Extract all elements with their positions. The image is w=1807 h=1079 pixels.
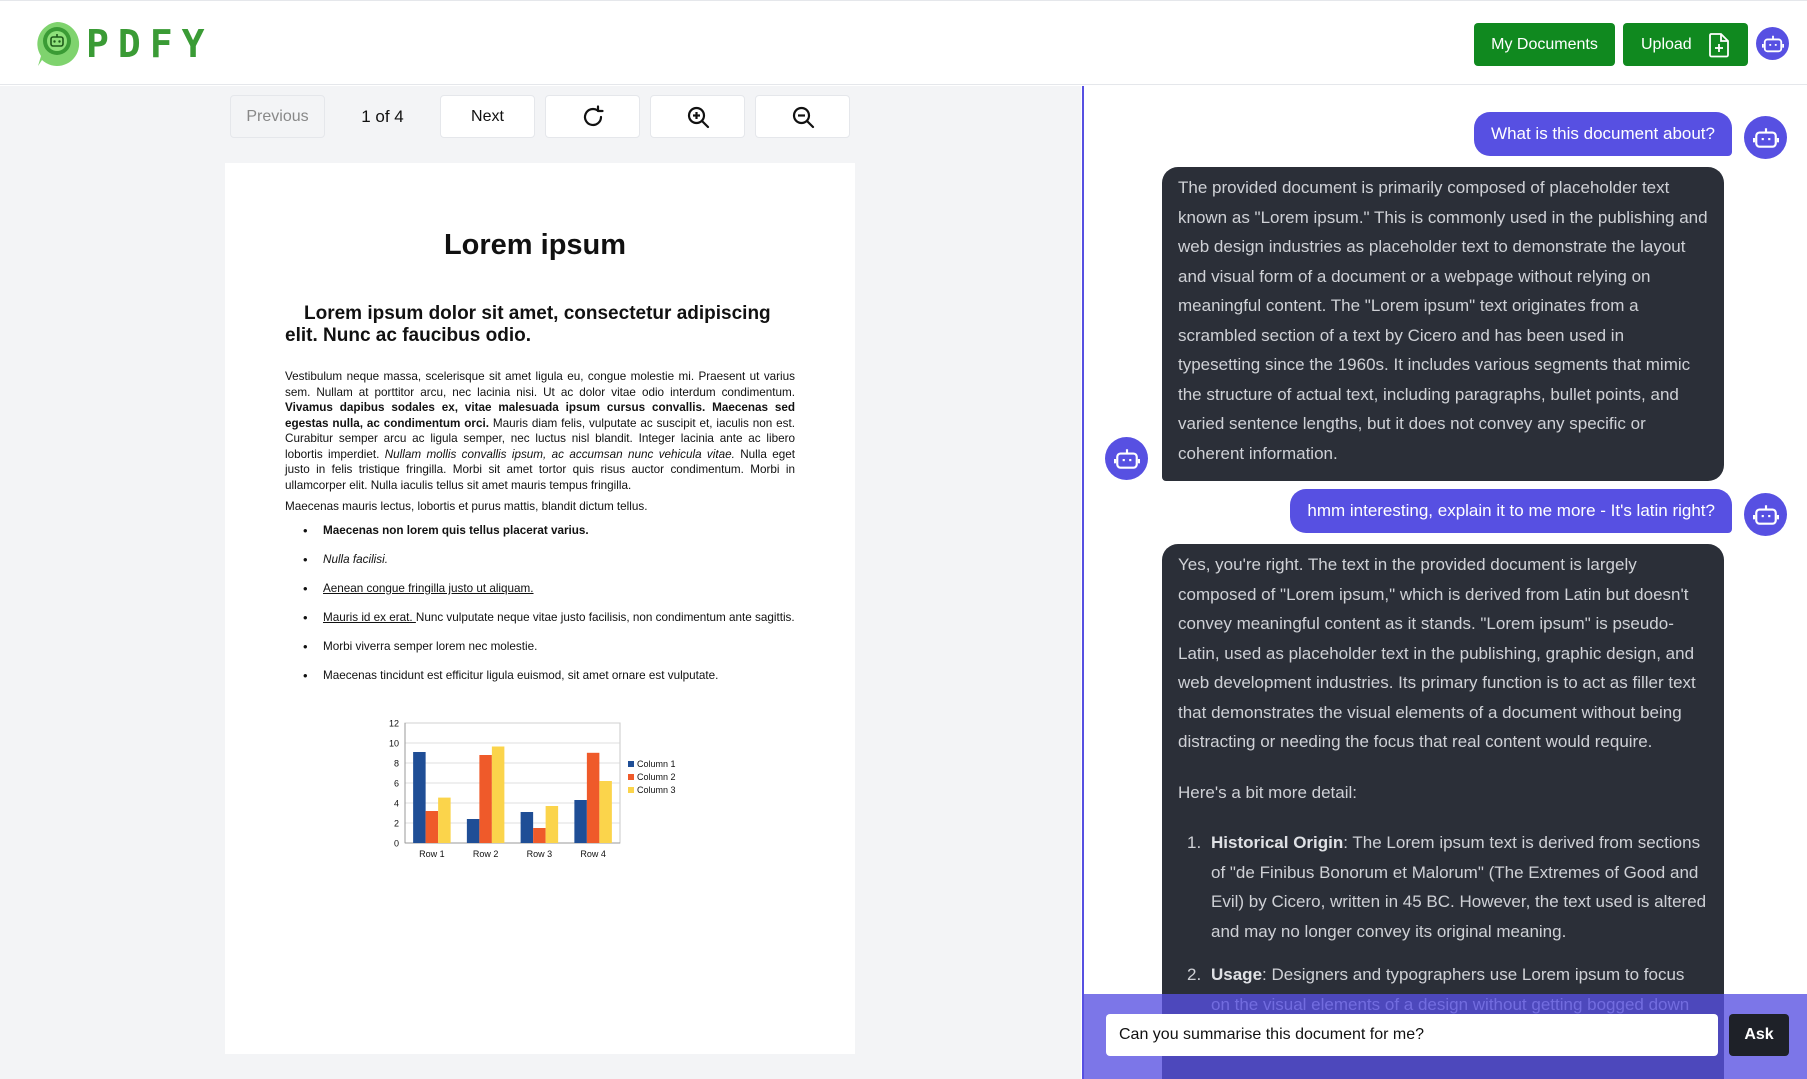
bar <box>413 752 426 843</box>
list-item-3-text: Aenean congue fringilla justo ut aliquam… <box>323 582 534 595</box>
rotate-icon <box>583 104 604 126</box>
list-item: Aenean congue fringilla justo ut aliquam… <box>285 581 795 597</box>
list-item-4-text: Nunc vulputate neque vitae justo facilis… <box>415 611 795 624</box>
top-header: PDFY My Documents Upload <box>0 0 1807 85</box>
y-tick-label: 6 <box>394 779 399 789</box>
upload-button[interactable]: Upload <box>1623 23 1748 66</box>
list-item-4-underlined: Mauris id ex erat. <box>323 611 416 624</box>
bar <box>599 781 612 843</box>
robot-chat-logo-icon <box>32 19 82 69</box>
pdf-page: Lorem ipsum Lorem ipsum dolor sit amet, … <box>225 163 855 1054</box>
y-tick-label: 12 <box>389 719 399 729</box>
rotate-button[interactable] <box>545 95 640 138</box>
list-item-1-text: Maecenas non lorem quis tellus placerat … <box>323 524 589 537</box>
user-message: What is this document about? <box>1474 112 1732 156</box>
bar <box>425 811 439 843</box>
bar <box>533 828 546 843</box>
list-item: Maecenas tincidunt est efficitur ligula … <box>285 668 795 684</box>
list-item: Maecenas non lorem quis tellus placerat … <box>285 523 795 539</box>
chat-input-bar: Ask <box>1084 994 1807 1079</box>
robot-icon <box>1105 437 1148 480</box>
chat-pane: What is this document about? The provide… <box>1082 86 1807 1079</box>
list-item: Morbi viverra semper lorem nec molestie. <box>285 639 795 655</box>
list-item-title: Usage <box>1211 965 1263 984</box>
robot-icon <box>1744 493 1787 536</box>
file-plus-icon <box>1709 33 1729 58</box>
bar <box>520 812 534 843</box>
y-tick-label: 8 <box>394 759 399 769</box>
bar <box>438 797 451 843</box>
bar <box>479 755 492 843</box>
list-item-5-text: Morbi viverra semper lorem nec molestie. <box>323 640 538 653</box>
page-indicator: 1 of 4 <box>361 106 404 126</box>
logo-text: PDFY <box>86 22 214 66</box>
y-tick-label: 10 <box>389 739 399 749</box>
document-subtitle: Lorem ipsum dolor sit amet, consectetur … <box>285 303 771 346</box>
list-item-6-text: Maecenas tincidunt est efficitur ligula … <box>323 669 719 682</box>
x-tick-label: Row 1 <box>419 849 445 859</box>
zoom-out-button[interactable] <box>755 95 850 138</box>
ask-button[interactable]: Ask <box>1729 1014 1789 1056</box>
y-tick-label: 0 <box>394 839 399 849</box>
x-tick-label: Row 4 <box>580 849 606 859</box>
assistant-paragraph: Yes, you're right. The text in the provi… <box>1178 555 1696 751</box>
next-page-button[interactable]: Next <box>440 95 535 138</box>
document-paragraph-2: Maecenas mauris lectus, lobortis et puru… <box>285 500 648 513</box>
legend-label: Column 1 <box>637 759 676 769</box>
user-message: hmm interesting, explain it to me more -… <box>1290 489 1732 533</box>
bar <box>574 800 587 843</box>
document-bullet-list: Maecenas non lorem quis tellus placerat … <box>285 523 795 697</box>
app-root: PDFY My Documents Upload Previous 1 of 4… <box>0 0 1807 1079</box>
pdf-viewer-pane: Previous 1 of 4 Next Lorem ipsum Lorem i… <box>0 86 1081 1079</box>
bar <box>466 819 480 843</box>
header-robot-icon[interactable] <box>1756 27 1789 60</box>
assistant-paragraph: Here's a bit more detail: <box>1178 782 1357 802</box>
legend-swatch <box>628 774 634 780</box>
y-tick-label: 2 <box>394 819 399 829</box>
question-input[interactable] <box>1106 1014 1718 1056</box>
zoom-out-icon <box>792 106 814 128</box>
robot-icon <box>1744 116 1787 159</box>
y-tick-label: 4 <box>394 799 399 809</box>
legend-swatch <box>628 787 634 793</box>
bar <box>586 752 600 843</box>
x-tick-label: Row 2 <box>473 849 499 859</box>
legend-swatch <box>628 761 634 767</box>
list-item: Mauris id ex erat. Nunc vulputate neque … <box>285 610 795 626</box>
upload-button-label: Upload <box>1641 35 1692 53</box>
logo[interactable]: PDFY <box>32 19 214 69</box>
paragraph-1-text-a: Vestibulum neque massa, scelerisque sit … <box>285 370 795 399</box>
zoom-in-icon <box>687 106 709 128</box>
list-item-2-text: Nulla facilisi. <box>323 553 388 566</box>
list-number: 2. <box>1187 965 1202 984</box>
list-number: 1. <box>1187 833 1202 852</box>
legend-label: Column 2 <box>637 772 676 782</box>
bar <box>491 746 505 843</box>
legend-label: Column 3 <box>637 785 676 795</box>
list-item: 1. Historical Origin: The Lorem ipsum tex… <box>1178 828 1708 946</box>
my-documents-button[interactable]: My Documents <box>1474 23 1615 66</box>
paragraph-1-italic: Nullam mollis convallis ipsum, ac accums… <box>384 447 735 461</box>
document-title: Lorem ipsum <box>443 229 627 261</box>
document-paragraph-1: Vestibulum neque massa, scelerisque sit … <box>285 369 795 493</box>
zoom-in-button[interactable] <box>650 95 745 138</box>
list-item: Nulla facilisi. <box>285 552 795 568</box>
previous-page-button[interactable]: Previous <box>230 95 325 138</box>
x-tick-label: Row 3 <box>527 849 553 859</box>
document-bar-chart: 0 2 4 6 8 10 12 Row 1 Row 2 Row 3 Row 4 Column 1 Col… <box>389 719 676 860</box>
assistant-message: The provided document is primarily compo… <box>1162 167 1724 481</box>
bar <box>545 806 559 843</box>
list-item-title: Historical Origin <box>1211 833 1344 852</box>
